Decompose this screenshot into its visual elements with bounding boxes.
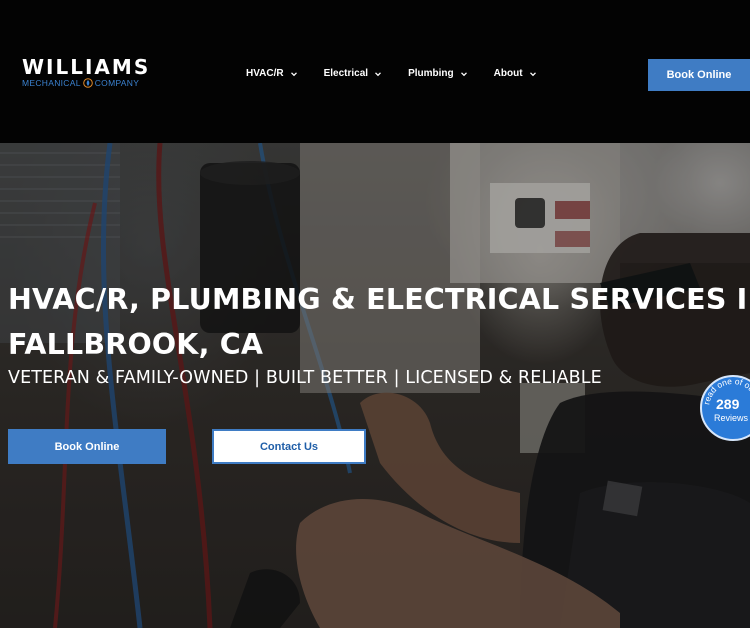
hero-section: HVAC/R, PLUMBING & ELECTRICAL SERVICES I…	[0, 143, 750, 628]
chevron-down-icon	[375, 71, 382, 76]
logo-tagline: MECHANICAL COMPANY	[22, 78, 147, 88]
main-nav: HVAC/R Electrical Plumbing About	[246, 68, 563, 79]
review-label: Reviews	[714, 413, 749, 423]
logo-name: WILLIAMS	[22, 55, 151, 79]
hero-title-line2: FALLBROOK, CA	[8, 328, 264, 361]
hero-book-online-button[interactable]: Book Online	[8, 429, 166, 464]
nav-item-hvac[interactable]: HVAC/R	[246, 68, 298, 79]
chevron-down-icon	[290, 71, 297, 76]
nav-item-label: HVAC/R	[246, 68, 284, 79]
logo-tagline-left: MECHANICAL	[22, 78, 81, 88]
nav-item-electrical[interactable]: Electrical	[324, 68, 382, 79]
hero-subtitle: VETERAN & FAMILY-OWNED | BUILT BETTER | …	[8, 368, 602, 388]
chevron-down-icon	[529, 71, 536, 76]
hero-contact-us-button[interactable]: Contact Us	[212, 429, 366, 464]
hero-title: HVAC/R, PLUMBING & ELECTRICAL SERVICES I…	[8, 277, 750, 367]
company-logo[interactable]: WILLIAMS MECHANICAL COMPANY	[22, 55, 151, 88]
reviews-badge[interactable]: read one of our reviews 289 Reviews	[700, 375, 750, 441]
hero-title-line1: HVAC/R, PLUMBING & ELECTRICAL SERVICES I…	[8, 283, 750, 316]
site-header: WILLIAMS MECHANICAL COMPANY HVAC/R Elect…	[0, 0, 750, 143]
header-book-online-button[interactable]: Book Online	[648, 59, 750, 91]
nav-item-about[interactable]: About	[494, 68, 537, 79]
nav-item-label: About	[493, 68, 523, 79]
nav-item-label: Plumbing	[408, 68, 454, 79]
flame-drop-icon	[82, 78, 93, 88]
chevron-down-icon	[460, 71, 467, 76]
nav-item-label: Electrical	[323, 68, 369, 79]
nav-item-plumbing[interactable]: Plumbing	[408, 68, 468, 79]
review-count: 289	[716, 396, 740, 412]
logo-tagline-right: COMPANY	[94, 78, 140, 88]
